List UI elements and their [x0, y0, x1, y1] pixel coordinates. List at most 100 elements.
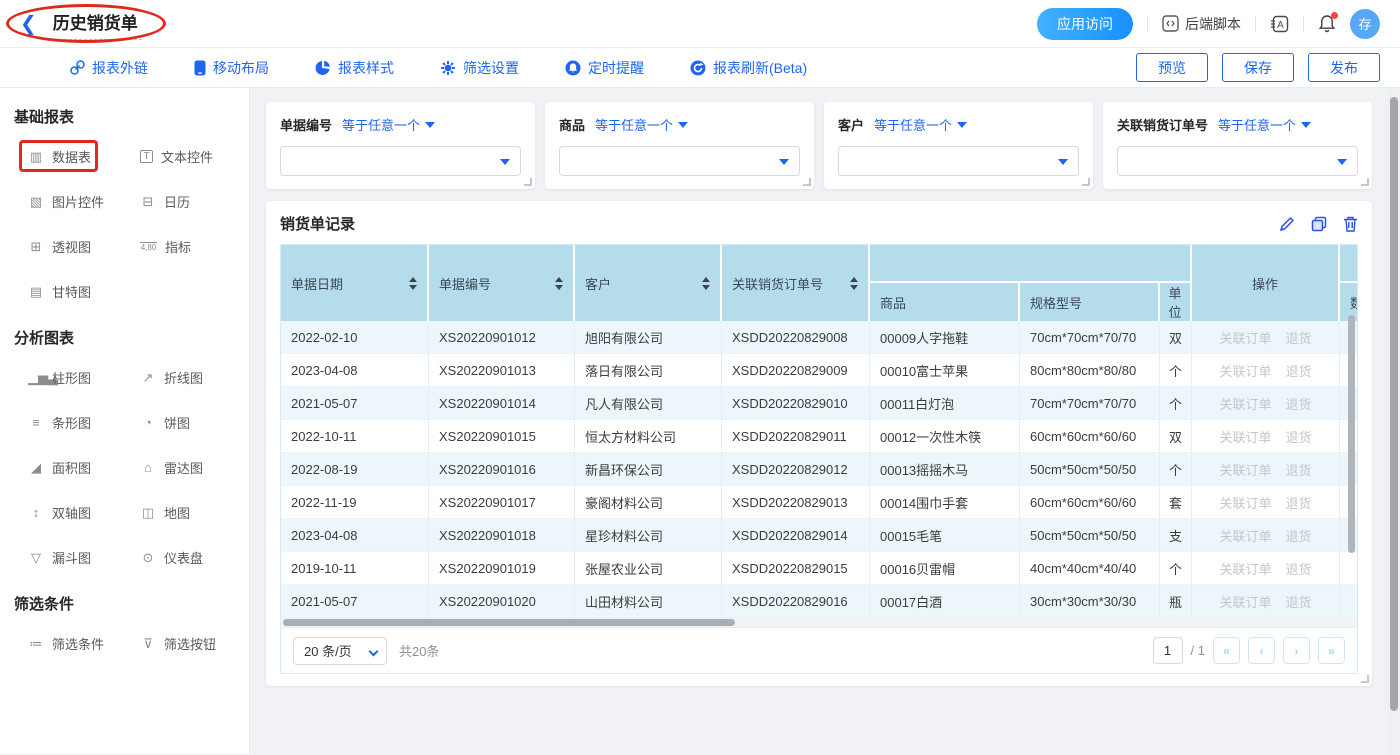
sidebar-item[interactable]: ≡ 条形图: [28, 413, 91, 432]
filter-value-select[interactable]: [838, 146, 1079, 176]
resize-handle[interactable]: [803, 178, 811, 186]
col-date[interactable]: 单据日期: [281, 245, 429, 321]
return-link[interactable]: 退货: [1286, 463, 1312, 478]
toolbar-item-external-link[interactable]: 报表外链: [70, 58, 148, 78]
filter-card[interactable]: 客户 等于任意一个: [824, 102, 1093, 189]
publish-button[interactable]: 发布: [1308, 53, 1380, 82]
horizontal-scroll-thumb[interactable]: [283, 619, 735, 626]
last-page-button[interactable]: »: [1318, 637, 1345, 664]
page-scroll-thumb[interactable]: [1390, 97, 1398, 711]
preview-button[interactable]: 预览: [1136, 53, 1208, 82]
sidebar-item[interactable]: ↗ 折线图: [140, 368, 203, 387]
toolbar-item-filter-settings[interactable]: 筛选设置: [440, 58, 519, 78]
first-page-button[interactable]: «: [1213, 637, 1240, 664]
delete-icon[interactable]: [1343, 216, 1358, 232]
sidebar-item[interactable]: ◫ 地图: [140, 503, 190, 522]
sidebar-item[interactable]: ◢ 面积图: [28, 458, 91, 477]
cell-customer: 星珍材料公司: [575, 519, 722, 552]
return-link[interactable]: 退货: [1286, 496, 1312, 511]
sidebar-item[interactable]: T 文本控件: [140, 147, 213, 166]
toolbar-item-scheduled-reminder[interactable]: 定时提醒: [565, 58, 644, 78]
edit-icon[interactable]: [1279, 216, 1295, 232]
cell-product: 00017白酒: [870, 585, 1020, 618]
page-title[interactable]: 历史销货单: [49, 7, 142, 40]
language-icon[interactable]: A: [1270, 15, 1289, 33]
sidebar-item[interactable]: ⌂ 雷达图: [140, 458, 203, 477]
sort-icon[interactable]: [702, 277, 710, 290]
prev-page-button[interactable]: ‹: [1248, 637, 1275, 664]
col-spec[interactable]: 规格型号: [1020, 281, 1160, 321]
resize-handle[interactable]: [1361, 178, 1369, 186]
sidebar-item[interactable]: ⊙ 仪表盘: [140, 548, 203, 567]
backend-script-button[interactable]: 后端脚本: [1162, 14, 1241, 34]
related-order-link[interactable]: 关联订单: [1220, 397, 1272, 412]
sidebar-item[interactable]: ▤ 甘特图: [28, 282, 91, 301]
return-link[interactable]: 退货: [1286, 364, 1312, 379]
related-order-link[interactable]: 关联订单: [1220, 364, 1272, 379]
sidebar-item[interactable]: ⊽ 筛选按钮: [140, 634, 216, 653]
filter-operator-dropdown[interactable]: 等于任意一个: [595, 115, 688, 134]
table-vertical-scrollbar[interactable]: [1348, 315, 1355, 553]
col-product[interactable]: 商品: [870, 281, 1020, 321]
filter-card[interactable]: 商品 等于任意一个: [545, 102, 814, 189]
page-size-select[interactable]: 20 条/页: [293, 637, 387, 665]
avatar[interactable]: 存: [1350, 9, 1380, 39]
return-link[interactable]: 退货: [1286, 595, 1312, 610]
toolbar-item-report-refresh[interactable]: 报表刷新(Beta): [690, 58, 807, 78]
sidebar-item[interactable]: ▽ 漏斗图: [28, 548, 91, 567]
sidebar-item[interactable]: ↕ 双轴图: [28, 503, 91, 522]
toolbar-item-mobile-layout[interactable]: 移动布局: [194, 58, 269, 78]
cell-doc-no: XS20220901015: [429, 420, 575, 453]
resize-handle[interactable]: [1082, 178, 1090, 186]
resize-handle[interactable]: [1361, 675, 1369, 683]
filter-operator-dropdown[interactable]: 等于任意一个: [1218, 115, 1311, 134]
related-order-link[interactable]: 关联订单: [1220, 331, 1272, 346]
filter-value-select[interactable]: [559, 146, 800, 176]
save-button[interactable]: 保存: [1222, 53, 1294, 82]
sidebar-item[interactable]: ▁▅▃ 柱形图: [28, 368, 91, 387]
sort-icon[interactable]: [409, 277, 417, 290]
sidebar-item[interactable]: ◔ 饼图: [140, 413, 190, 432]
return-link[interactable]: 退货: [1286, 430, 1312, 445]
col-unit[interactable]: 单位: [1160, 281, 1192, 321]
related-order-link[interactable]: 关联订单: [1220, 430, 1272, 445]
filter-value-select[interactable]: [1117, 146, 1358, 176]
sidebar-item[interactable]: ▥ 数据表: [28, 147, 91, 166]
col-related-order[interactable]: 关联销货订单号: [722, 245, 870, 321]
copy-icon[interactable]: [1311, 216, 1327, 232]
related-order-link[interactable]: 关联订单: [1220, 463, 1272, 478]
sidebar-section-title: 筛选条件: [14, 593, 239, 614]
related-order-link[interactable]: 关联订单: [1220, 562, 1272, 577]
return-link[interactable]: 退货: [1286, 397, 1312, 412]
related-order-link[interactable]: 关联订单: [1220, 529, 1272, 544]
filter-card[interactable]: 关联销货订单号 等于任意一个: [1103, 102, 1372, 189]
notification-bell-icon[interactable]: [1318, 14, 1336, 33]
cell-customer: 豪阁材料公司: [575, 486, 722, 519]
related-order-link[interactable]: 关联订单: [1220, 496, 1272, 511]
filter-value-select[interactable]: [280, 146, 521, 176]
return-link[interactable]: 退货: [1286, 529, 1312, 544]
related-order-link[interactable]: 关联订单: [1220, 595, 1272, 610]
page-number-input[interactable]: [1153, 637, 1183, 664]
filter-operator-dropdown[interactable]: 等于任意一个: [874, 115, 967, 134]
col-customer[interactable]: 客户: [575, 245, 722, 321]
cell-product: 00013摇摇木马: [870, 453, 1020, 486]
sort-icon[interactable]: [850, 277, 858, 290]
back-icon[interactable]: ❮: [20, 14, 37, 34]
app-access-button[interactable]: 应用访问: [1037, 8, 1133, 40]
sort-icon[interactable]: [555, 277, 563, 290]
sidebar-item[interactable]: 4,80 指标: [140, 237, 191, 256]
sidebar-item[interactable]: ≔ 筛选条件: [28, 634, 104, 653]
filter-operator-dropdown[interactable]: 等于任意一个: [342, 115, 435, 134]
filter-card[interactable]: 单据编号 等于任意一个: [266, 102, 535, 189]
sidebar-item[interactable]: ▧ 图片控件: [28, 192, 104, 211]
toolbar-item-report-style[interactable]: 报表样式: [315, 58, 394, 78]
col-doc-no[interactable]: 单据编号: [429, 245, 575, 321]
resize-handle[interactable]: [524, 178, 532, 186]
return-link[interactable]: 退货: [1286, 562, 1312, 577]
return-link[interactable]: 退货: [1286, 331, 1312, 346]
sidebar-item[interactable]: ⊟ 日历: [140, 192, 190, 211]
sidebar-item[interactable]: ⊞ 透视图: [28, 237, 91, 256]
next-page-button[interactable]: ›: [1283, 637, 1310, 664]
chevron-down-icon: [1058, 159, 1068, 165]
